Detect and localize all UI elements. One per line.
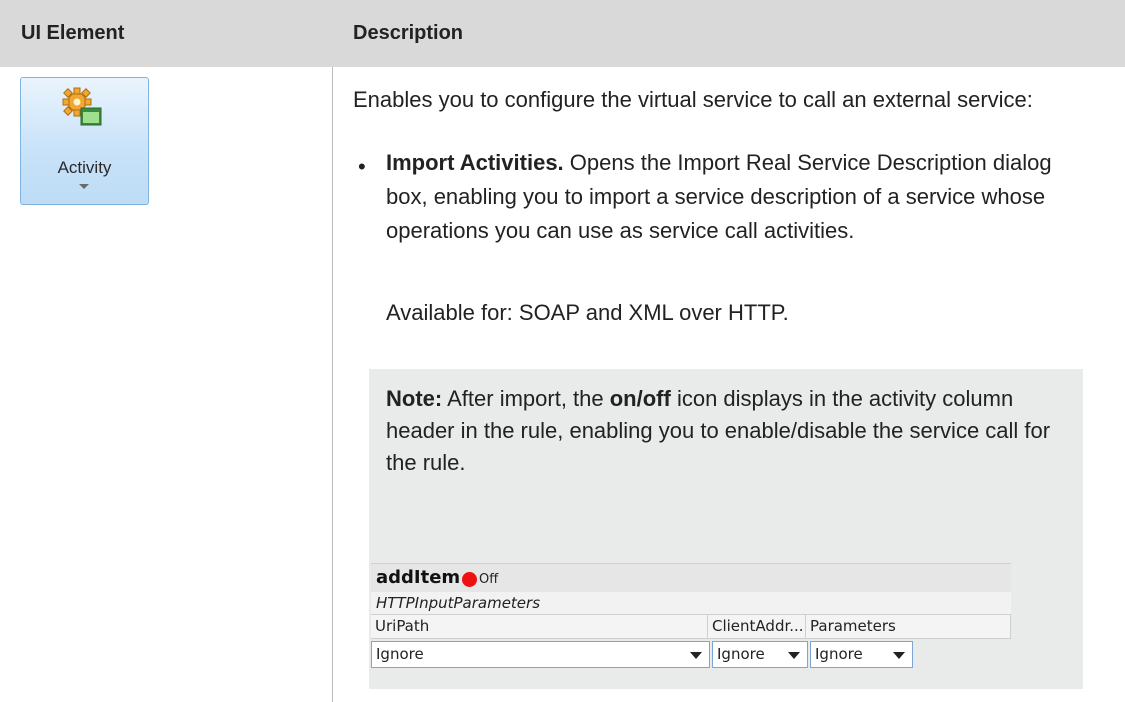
note-bold-word: on/off <box>609 386 671 411</box>
description-intro: Enables you to configure the virtual ser… <box>353 87 1033 112</box>
parameters-dropdown[interactable]: Ignore <box>810 641 913 668</box>
dropdown-arrow-icon[interactable] <box>79 184 89 189</box>
column-header-uripath: UriPath <box>371 615 708 639</box>
column-header-parameters: Parameters <box>806 615 1011 639</box>
status-label: Off <box>479 572 499 587</box>
grid-title: addItem <box>376 567 461 588</box>
grid-title-bar: addItem Off <box>371 563 1011 593</box>
availability-text: Available for: SOAP and XML over HTTP. <box>386 300 789 325</box>
note-text: Note: After import, the on/off icon disp… <box>386 383 1056 479</box>
note-label: Note: <box>386 386 443 411</box>
dropdown-arrow-icon[interactable] <box>788 652 800 659</box>
bullet-import-activities: Import Activities. Opens the Import Real… <box>386 146 1091 248</box>
header-description: Description <box>353 22 464 44</box>
note-text-before: After import, the <box>442 386 610 411</box>
column-header-label: ClientAddr... <box>712 617 804 635</box>
activity-ribbon-button[interactable]: Activity <box>20 77 149 205</box>
column-header-clientaddr: ClientAddr... <box>708 615 806 639</box>
grid-subtitle: HTTPInputParameters <box>376 594 541 612</box>
bullet-title: Import Activities. <box>386 150 564 175</box>
dropdown-value: Ignore <box>717 645 765 663</box>
column-divider <box>332 67 333 702</box>
dropdown-arrow-icon[interactable] <box>690 652 702 659</box>
bullet-icon: • <box>358 154 366 179</box>
dropdown-arrow-icon[interactable] <box>893 652 905 659</box>
gear-folder-icon <box>62 87 102 126</box>
column-header-label: UriPath <box>375 617 430 635</box>
uripath-dropdown[interactable]: Ignore <box>371 641 710 668</box>
column-header-label: Parameters <box>810 617 896 635</box>
grid-subtitle-bar: HTTPInputParameters <box>371 592 1011 615</box>
activity-label: Activity <box>57 158 112 177</box>
off-status-icon[interactable] <box>462 572 477 587</box>
dropdown-value: Ignore <box>815 645 863 663</box>
header-ui-element: UI Element <box>21 22 125 44</box>
clientaddr-dropdown[interactable]: Ignore <box>712 641 808 668</box>
table-header: UI Element Description <box>0 0 1125 67</box>
ui-element-table: UI Element Description Activity Enables … <box>0 0 1125 702</box>
dropdown-value: Ignore <box>376 645 424 663</box>
